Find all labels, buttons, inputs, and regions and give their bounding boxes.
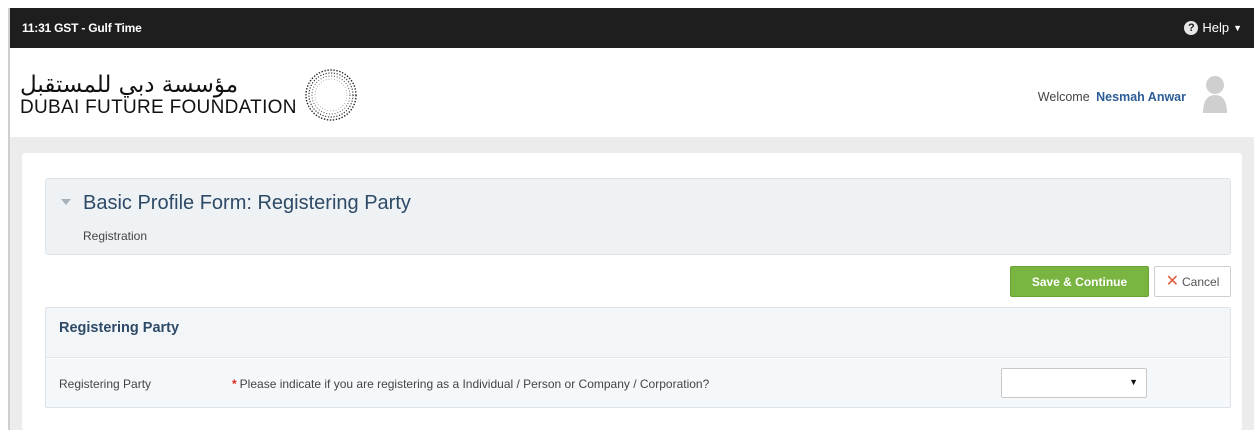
chevron-down-icon: ▼ bbox=[1129, 377, 1138, 387]
app-frame: 11:31 GST - Gulf Time ? Help ▼ مؤسسة دبي… bbox=[8, 8, 1254, 430]
save-continue-button[interactable]: Save & Continue bbox=[1010, 266, 1149, 297]
form-panel: Basic Profile Form: Registering Party Re… bbox=[22, 153, 1242, 430]
user-name-link[interactable]: Nesmah Anwar bbox=[1096, 90, 1186, 104]
field-question: * Please indicate if you are registering … bbox=[232, 377, 709, 391]
close-icon: ✕ bbox=[1165, 272, 1180, 290]
form-row: Registering Party * Please indicate if yo… bbox=[46, 359, 1230, 407]
question-circle-icon: ? bbox=[1184, 20, 1199, 35]
section-title: Registering Party bbox=[59, 320, 180, 336]
dubai-future-foundation-logo[interactable]: مؤسسة دبي للمستقبل DUBAI FUTURE FOUNDATI… bbox=[20, 66, 359, 124]
site-header: مؤسسة دبي للمستقبل DUBAI FUTURE FOUNDATI… bbox=[10, 48, 1254, 137]
section-header: Registering Party bbox=[46, 308, 1230, 358]
user-silhouette-icon[interactable] bbox=[1200, 73, 1230, 113]
welcome-message: Welcome Nesmah Anwar bbox=[1038, 90, 1186, 104]
top-bar: 11:31 GST - Gulf Time ? Help ▼ bbox=[10, 8, 1254, 48]
required-asterisk: * bbox=[232, 377, 237, 391]
clock-text: 11:31 GST - Gulf Time bbox=[22, 21, 142, 35]
logo-english-text: DUBAI FUTURE FOUNDATION bbox=[20, 97, 297, 118]
help-label: Help bbox=[1202, 20, 1230, 35]
registering-party-section: Registering Party Registering Party * Ple… bbox=[45, 307, 1231, 408]
question-text: Please indicate if you are registering a… bbox=[239, 377, 710, 391]
logo-arabic-text: مؤسسة دبي للمستقبل bbox=[20, 72, 239, 98]
collapse-triangle-icon[interactable] bbox=[61, 199, 71, 205]
page-subtitle: Registration bbox=[83, 229, 148, 243]
cancel-label: Cancel bbox=[1182, 274, 1220, 289]
help-menu[interactable]: ? Help ▼ bbox=[1184, 20, 1242, 35]
welcome-text: Welcome bbox=[1037, 90, 1090, 104]
form-title-box: Basic Profile Form: Registering Party Re… bbox=[45, 178, 1231, 255]
logo-ring-icon bbox=[305, 69, 357, 121]
caret-down-icon: ▼ bbox=[1233, 22, 1242, 33]
field-label: Registering Party bbox=[59, 377, 152, 391]
registering-party-select[interactable]: ▼ bbox=[1001, 368, 1147, 398]
cancel-button[interactable]: ✕ Cancel bbox=[1154, 266, 1231, 297]
page-title: Basic Profile Form: Registering Party bbox=[83, 192, 411, 214]
